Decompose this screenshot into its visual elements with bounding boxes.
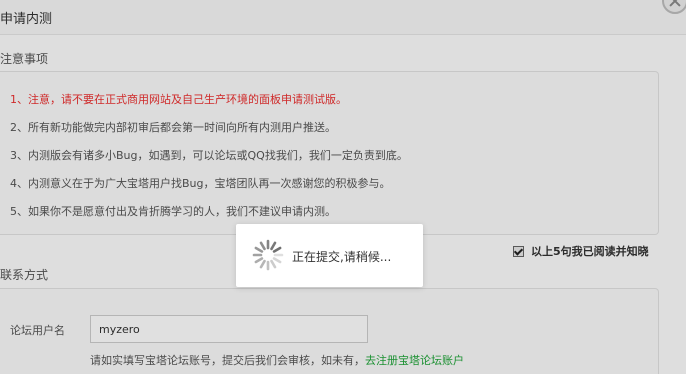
spinner-spoke: [259, 241, 266, 251]
spinner-spoke: [254, 257, 264, 264]
loading-text: 正在提交,请稍候...: [292, 250, 392, 264]
spinner-spoke: [272, 257, 282, 264]
spinner-spoke: [272, 246, 282, 253]
spinner-spoke: [270, 241, 277, 251]
spinner-icon: [252, 239, 284, 271]
loading-toast: 正在提交,请稍候...: [236, 224, 423, 287]
spinner-spoke: [259, 259, 266, 269]
loading-overlay: [0, 0, 686, 374]
spinner-spoke: [270, 259, 277, 269]
apply-beta-dialog: 申请内测 注意事项 1、注意，请不要在正式商用网站及自己生产环境的面板申请测试版…: [0, 0, 686, 374]
spinner-spoke: [254, 246, 264, 253]
